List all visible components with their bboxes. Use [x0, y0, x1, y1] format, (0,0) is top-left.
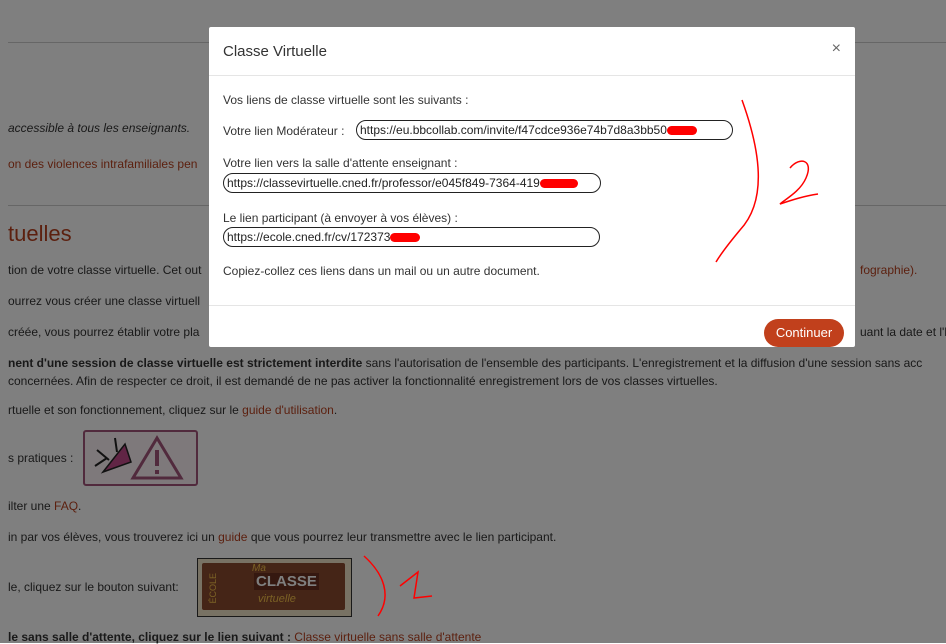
annotation-bracket-2 — [715, 99, 760, 263]
annotation-digit-2 — [779, 160, 819, 205]
annotation-digit-1 — [399, 570, 433, 599]
annotation-bracket-1 — [363, 555, 386, 617]
hand-annotations — [363, 99, 819, 617]
